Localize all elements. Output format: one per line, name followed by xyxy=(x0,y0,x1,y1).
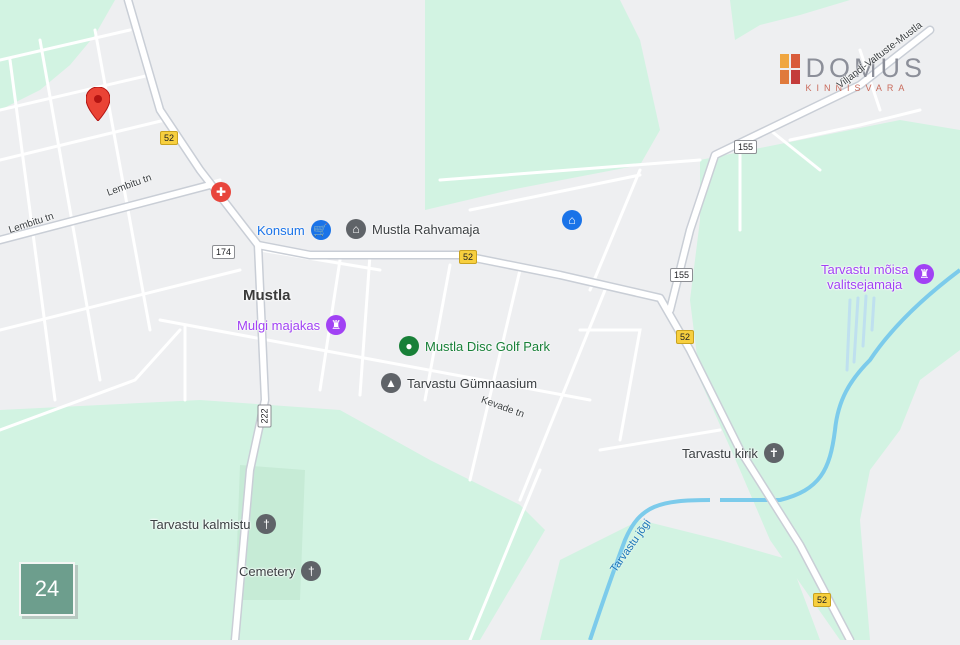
hospital-icon[interactable]: ✚ xyxy=(211,182,231,202)
poi-tarvastu-manor[interactable]: Tarvastu mõisa valitsejamaja ♜ xyxy=(821,262,935,292)
town-label: Mustla xyxy=(243,287,291,304)
building-columns-icon: ⌂ xyxy=(346,219,366,239)
poi-label: Cemetery xyxy=(239,563,296,579)
watermark-sub: KINNISVARA xyxy=(805,83,910,93)
park-icon: ● xyxy=(399,336,419,356)
poi-kalmistu[interactable]: Tarvastu kalmistu † xyxy=(150,514,277,534)
road-shield: 174 xyxy=(212,245,236,259)
location-pin-icon[interactable] xyxy=(86,87,110,121)
tower-icon: ♜ xyxy=(326,315,347,335)
road-shield: 155 xyxy=(670,268,694,282)
cemetery-icon: † xyxy=(256,514,277,534)
poi-label: valitsejamaja xyxy=(827,277,903,292)
road-shield: 52 xyxy=(813,593,832,607)
tower-icon: ♜ xyxy=(914,264,935,284)
poi-label: Tarvastu mõisa xyxy=(821,262,909,277)
poi-rahvamaja[interactable]: ⌂ Mustla Rahvamaja xyxy=(346,219,480,239)
poi-mulgi-majakas[interactable]: Mulgi majakas ♜ xyxy=(237,315,347,335)
graduation-cap-icon: ▲ xyxy=(381,373,401,393)
map-base xyxy=(0,0,960,645)
poi-cemetery[interactable]: Cemetery † xyxy=(239,561,322,581)
poi-gymnasium[interactable]: ▲ Tarvastu Gümnaasium xyxy=(381,373,537,393)
house-icon[interactable]: ⌂ xyxy=(562,210,582,230)
road-shield: 52 xyxy=(160,131,179,145)
road-shield: 52 xyxy=(676,330,695,344)
poi-konsum[interactable]: Konsum 🛒 xyxy=(257,220,331,240)
poi-kirik[interactable]: Tarvastu kirik ✝ xyxy=(682,443,784,463)
road-shield: 222 xyxy=(257,404,272,428)
poi-label: Tarvastu Gümnaasium xyxy=(407,375,538,391)
domus-logo-icon xyxy=(779,54,800,84)
cemetery-icon: † xyxy=(301,561,322,581)
cross-icon: ✝ xyxy=(763,443,784,463)
poi-label: Tarvastu kirik xyxy=(682,445,758,461)
road-shield: 155 xyxy=(734,140,758,154)
poi-label: Mustla Rahvamaja xyxy=(372,221,480,237)
poi-label: Tarvastu kalmistu xyxy=(150,516,251,532)
map-canvas[interactable]: DOMUS KINNISVARA Lembitu tn Lembitu tn K… xyxy=(0,0,960,645)
forest-area xyxy=(730,0,850,40)
poi-disc-golf[interactable]: ● Mustla Disc Golf Park xyxy=(399,336,550,356)
poi-label: Mustla Disc Golf Park xyxy=(425,338,550,354)
poi-label: Konsum xyxy=(257,222,305,238)
poi-label: Mulgi majakas xyxy=(237,317,321,333)
shopping-cart-icon: 🛒 xyxy=(310,220,331,240)
road-shield: 52 xyxy=(459,250,478,264)
image-count-badge[interactable]: 24 xyxy=(19,562,75,616)
